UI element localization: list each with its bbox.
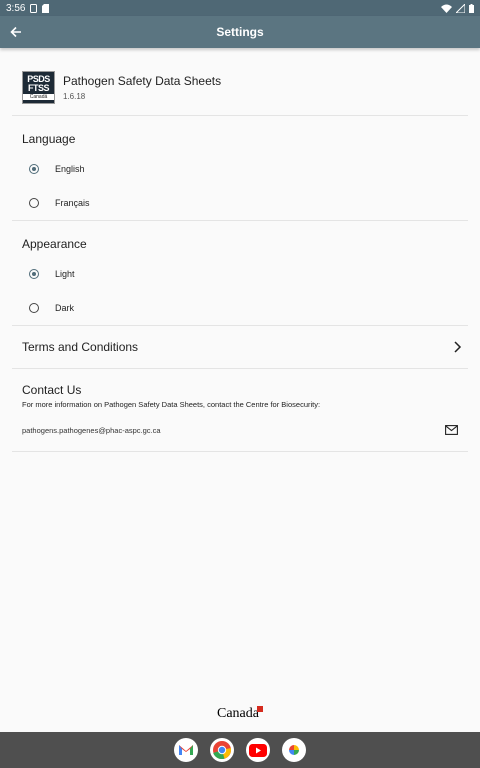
logo-line3: Canadä — [23, 94, 54, 100]
youtube-icon[interactable] — [246, 738, 270, 762]
contact-email[interactable]: pathogens.pathogenes@phac-aspc.gc.ca — [22, 426, 161, 435]
appearance-option-light[interactable]: Light — [22, 257, 468, 291]
appearance-option-dark[interactable]: Dark — [22, 291, 468, 325]
storage-icon — [42, 3, 50, 13]
photos-icon[interactable] — [282, 738, 306, 762]
sim-icon — [30, 3, 38, 13]
settings-content: PSDS FTSS Canadä Pathogen Safety Data Sh… — [12, 60, 468, 452]
app-bar: Settings — [0, 16, 480, 48]
terms-label: Terms and Conditions — [22, 340, 139, 354]
radio-label-dark: Dark — [55, 303, 75, 313]
status-time: 3:56 — [6, 2, 26, 14]
app-name: Pathogen Safety Data Sheets — [63, 74, 222, 88]
mail-icon[interactable] — [445, 425, 458, 435]
chrome-icon[interactable] — [210, 738, 234, 762]
contact-section: Contact Us For more information on Patho… — [12, 369, 468, 452]
language-title: Language — [22, 132, 76, 146]
appearance-title: Appearance — [22, 237, 87, 251]
appearance-section: Appearance Light Dark — [12, 221, 468, 326]
canada-wordmark-text: Canada — [217, 706, 259, 721]
signal-icon — [456, 3, 465, 13]
contact-title: Contact Us — [22, 383, 82, 397]
language-option-english[interactable]: English — [22, 152, 468, 186]
language-option-french[interactable]: Français — [22, 186, 468, 220]
terms-and-conditions-link[interactable]: Terms and Conditions — [12, 326, 468, 369]
canada-flag-icon — [256, 706, 263, 712]
page-title: Settings — [216, 25, 264, 39]
radio-label-french: Français — [55, 198, 90, 208]
radio-light[interactable] — [29, 269, 39, 279]
language-section: Language English Français — [12, 116, 468, 221]
radio-french[interactable] — [29, 198, 39, 208]
battery-icon — [469, 3, 474, 13]
gmail-icon[interactable] — [174, 738, 198, 762]
wifi-icon — [441, 4, 452, 13]
chevron-right-icon — [454, 341, 462, 353]
radio-label-light: Light — [55, 269, 75, 279]
dock — [0, 732, 480, 768]
radio-label-english: English — [55, 164, 85, 174]
canada-wordmark: Canada — [0, 706, 480, 722]
arrow-left-icon — [10, 26, 21, 38]
back-button[interactable] — [0, 16, 32, 48]
contact-description: For more information on Pathogen Safety … — [22, 400, 321, 409]
email-row[interactable]: pathogens.pathogenes@phac-aspc.gc.ca — [22, 409, 468, 451]
app-logo: PSDS FTSS Canadä — [22, 71, 55, 104]
app-info: PSDS FTSS Canadä Pathogen Safety Data Sh… — [12, 60, 468, 116]
logo-line2: FTSS — [27, 83, 50, 93]
app-version: 1.6.18 — [63, 92, 86, 101]
radio-dark[interactable] — [29, 303, 39, 313]
status-bar: 3:56 — [0, 0, 480, 16]
radio-english[interactable] — [29, 164, 39, 174]
